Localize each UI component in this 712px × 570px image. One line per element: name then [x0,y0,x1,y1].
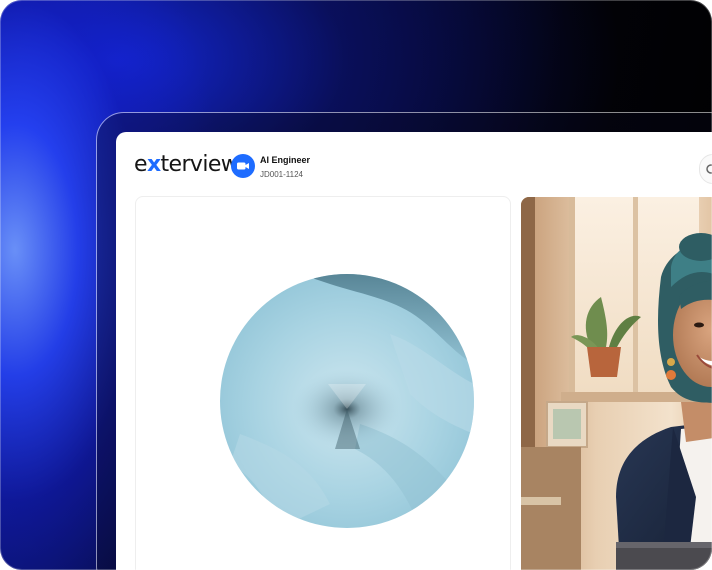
interview-app-window: exterview AI Engineer JD001-1124 [116,132,712,570]
ai-voice-orb [220,274,474,528]
exterview-logo: exterview [134,152,239,178]
marketing-background: exterview AI Engineer JD001-1124 [0,0,712,570]
settings-button[interactable] [699,154,712,184]
candidate-video-image [521,197,712,570]
ai-interviewer-panel [135,196,511,570]
job-id: JD001-1124 [260,170,303,179]
video-call-button[interactable] [231,154,255,178]
video-camera-icon [237,162,249,170]
candidate-video-feed [521,197,712,570]
logo-letter-e: e [134,152,148,177]
logo-letter-x: x [146,152,161,177]
logo-letters-rest: terview [160,152,239,177]
job-title: AI Engineer [260,155,311,165]
settings-icon [706,164,712,174]
